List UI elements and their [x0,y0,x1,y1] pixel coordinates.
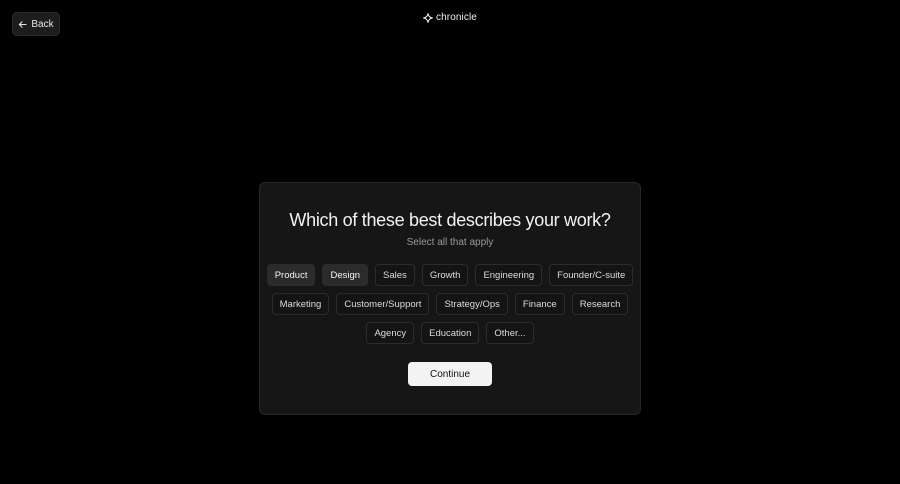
chip-design[interactable]: Design [322,264,369,286]
chip-education[interactable]: Education [421,322,480,344]
chip-sales[interactable]: Sales [375,264,415,286]
onboarding-page: Back chronicle Which of these best descr… [0,0,900,484]
chip-customer-support[interactable]: Customer/Support [336,293,430,315]
continue-button[interactable]: Continue [408,362,492,386]
chip-research[interactable]: Research [571,293,629,315]
role-chips: Product Design Sales Growth Engineering … [266,264,634,351]
chip-founder-c-suite[interactable]: Founder/C-suite [549,264,634,286]
role-selection-card: Which of these best describes your work?… [259,182,641,415]
card-title: Which of these best describes your work? [289,210,611,230]
sparkle-icon [423,12,434,23]
chip-row: Product Design Sales Growth Engineering … [266,264,634,286]
card-subtitle: Select all that apply [406,237,494,248]
chip-other[interactable]: Other... [486,322,534,344]
chip-growth[interactable]: Growth [421,264,469,286]
chip-finance[interactable]: Finance [514,293,565,315]
chip-product[interactable]: Product [266,264,316,286]
chip-engineering[interactable]: Engineering [475,264,543,286]
chip-strategy-ops[interactable]: Strategy/Ops [436,293,508,315]
chip-row: Marketing Customer/Support Strategy/Ops … [270,293,630,315]
chip-row: Agency Education Other... [270,322,630,344]
logo-text: chronicle [436,12,477,23]
chip-agency[interactable]: Agency [366,322,415,344]
logo: chronicle [0,12,900,23]
chip-marketing[interactable]: Marketing [271,293,330,315]
